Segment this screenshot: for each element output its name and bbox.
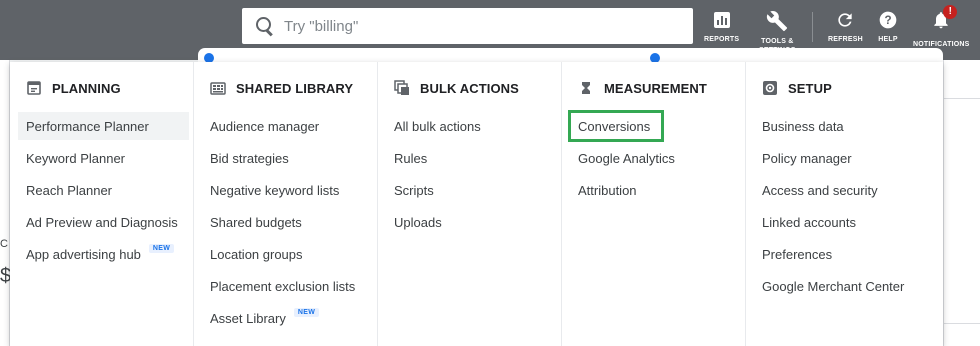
menu-item-keyword-planner[interactable]: Keyword Planner [18, 144, 189, 172]
new-badge: NEW [148, 243, 175, 253]
menu-item-app-advertising-hub[interactable]: App advertising hub NEW [18, 240, 189, 268]
search-input[interactable] [284, 17, 664, 35]
info-icon [204, 53, 214, 62]
search-box[interactable] [242, 8, 693, 44]
toolbar-divider [812, 12, 813, 42]
menu-item-google-analytics[interactable]: Google Analytics [570, 144, 741, 172]
reports-button[interactable]: REPORTS [704, 10, 739, 44]
menu-item-scripts[interactable]: Scripts [386, 176, 557, 204]
menu-item-conversions[interactable]: Conversions [568, 110, 664, 142]
menu-item-ad-preview[interactable]: Ad Preview and Diagnosis [18, 208, 189, 236]
page-background-left: C $ [0, 60, 11, 346]
section-header-shared-library: SHARED LIBRARY [194, 76, 377, 100]
section-header-planning: PLANNING [10, 76, 193, 100]
hourglass-icon [582, 82, 590, 94]
reports-label: REPORTS [704, 36, 740, 43]
settings-gear-icon [763, 81, 777, 95]
menu-item-preferences[interactable]: Preferences [754, 240, 939, 268]
wrench-icon [767, 11, 788, 32]
section-header-setup: SETUP [746, 76, 943, 100]
menu-column-bulk-actions: BULK ACTIONS All bulk actions Rules Scri… [378, 62, 562, 346]
new-badge: NEW [293, 307, 320, 317]
menu-item-access-and-security[interactable]: Access and security [754, 176, 939, 204]
help-label: HELP [878, 36, 898, 43]
menu-item-reach-planner[interactable]: Reach Planner [18, 176, 189, 204]
help-icon: ? [879, 11, 897, 29]
menu-item-placement-exclusion-lists[interactable]: Placement exclusion lists [202, 272, 373, 300]
menu-item-label: Asset Library [210, 310, 286, 326]
refresh-icon [838, 13, 853, 27]
divider [944, 98, 980, 99]
notification-badge: ! [943, 5, 958, 19]
notifications-button[interactable]: ! NOTIFICATIONS [913, 5, 970, 49]
divider [944, 323, 980, 324]
bell-wrapper: ! [931, 5, 958, 35]
menu-item-audience-manager[interactable]: Audience manager [202, 112, 373, 140]
copy-stack-icon [394, 80, 409, 95]
notification-banner-strip [198, 48, 943, 62]
menu-item-label: App advertising hub [26, 246, 141, 262]
refresh-label: REFRESH [828, 36, 863, 43]
section-title: BULK ACTIONS [420, 80, 519, 96]
menu-item-google-merchant-center[interactable]: Google Merchant Center [754, 272, 939, 300]
menu-item-location-groups[interactable]: Location groups [202, 240, 373, 268]
menu-item-shared-budgets[interactable]: Shared budgets [202, 208, 373, 236]
section-header-measurement: MEASUREMENT [562, 76, 745, 100]
section-header-bulk-actions: BULK ACTIONS [378, 76, 561, 100]
info-icon [650, 53, 660, 62]
menu-item-asset-library[interactable]: Asset Library NEW [202, 304, 373, 332]
background-text-fragment: C [0, 238, 8, 250]
svg-text:?: ? [884, 14, 891, 27]
section-title: PLANNING [52, 80, 121, 96]
menu-column-shared-library: SHARED LIBRARY Audience manager Bid stra… [194, 62, 378, 346]
section-title: SETUP [788, 80, 832, 96]
tools-menu-panel: PLANNING Performance Planner Keyword Pla… [10, 62, 943, 346]
menu-column-setup: SETUP Business data Policy manager Acces… [746, 62, 943, 346]
page-background-right [943, 60, 980, 346]
menu-item-attribution[interactable]: Attribution [570, 176, 741, 204]
menu-item-performance-planner[interactable]: Performance Planner [18, 112, 189, 140]
menu-item-linked-accounts[interactable]: Linked accounts [754, 208, 939, 236]
menu-column-measurement: MEASUREMENT Conversions Google Analytics… [562, 62, 746, 346]
search-icon [256, 17, 274, 35]
section-title: SHARED LIBRARY [236, 80, 354, 96]
section-title: MEASUREMENT [604, 80, 707, 96]
menu-item-business-data[interactable]: Business data [754, 112, 939, 140]
menu-item-uploads[interactable]: Uploads [386, 208, 557, 236]
library-grid-icon [210, 82, 226, 95]
menu-item-bid-strategies[interactable]: Bid strategies [202, 144, 373, 172]
help-button[interactable]: ? HELP [878, 10, 898, 44]
menu-item-policy-manager[interactable]: Policy manager [754, 144, 939, 172]
calendar-icon [27, 81, 41, 95]
menu-column-planning: PLANNING Performance Planner Keyword Pla… [10, 62, 194, 346]
menu-item-all-bulk-actions[interactable]: All bulk actions [386, 112, 557, 140]
refresh-button[interactable]: REFRESH [828, 10, 863, 44]
reports-icon [713, 12, 730, 28]
menu-item-negative-keyword-lists[interactable]: Negative keyword lists [202, 176, 373, 204]
menu-item-rules[interactable]: Rules [386, 144, 557, 172]
